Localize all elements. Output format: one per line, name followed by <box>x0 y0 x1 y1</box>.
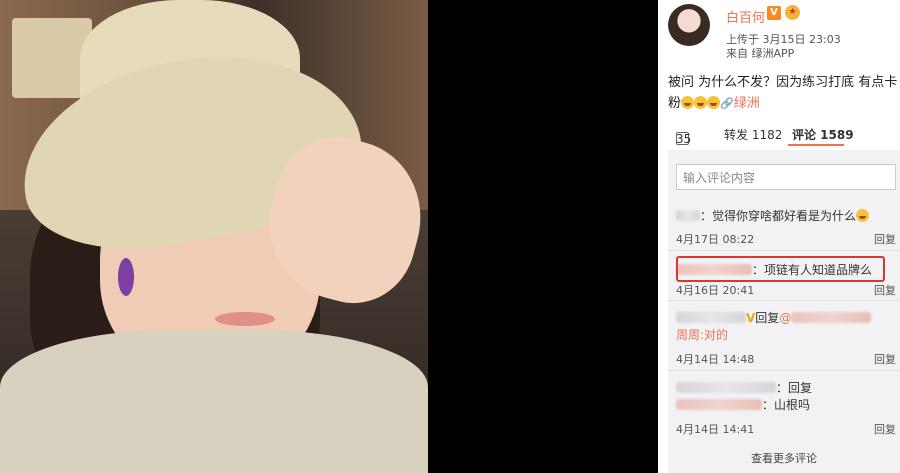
reply-button[interactable]: 回复 <box>874 231 896 247</box>
post-text-line1: 被问 为什么不发？因为练习打底 有点卡 <box>668 75 898 90</box>
vip-icon: ★ <box>785 5 800 20</box>
comment-time: 4月14日 14:41 <box>676 423 755 436</box>
post-header: 白百何 V ★ 上传于 3月15日 23:03 来自 绿洲APP <box>658 0 900 62</box>
divider <box>668 370 900 371</box>
post-text: 被问 为什么不发？因为练习打底 有点卡 粉 🔗绿洲 <box>668 72 900 114</box>
comment-item: ：回复 ：山根吗 4月14日 14:41 回复 <box>668 379 900 436</box>
comment-item: ：觉得你穿啥都好看是为什么 4月17日 08:22 回复 <box>668 207 900 246</box>
post-photo[interactable] <box>0 0 428 473</box>
avatar[interactable] <box>668 4 710 46</box>
post-panel: 白百何 V ★ 上传于 3月15日 23:03 来自 绿洲APP 被问 为什么不… <box>658 0 900 473</box>
oasis-link[interactable]: 绿洲 <box>734 96 760 111</box>
v-badge-icon: V <box>746 311 756 325</box>
comment-text: ：山根吗 <box>762 398 811 412</box>
comment-reply-label: ：回复 <box>776 381 813 395</box>
laugh-emoji-icon <box>681 96 695 109</box>
verified-badge: V <box>767 6 781 20</box>
laugh-emoji-icon <box>856 209 870 222</box>
action-bar: 35 转发 1182 评论 1589 <box>658 120 900 146</box>
redacted-username <box>676 382 776 393</box>
comment-time: 4月16日 20:41 <box>676 284 755 297</box>
redacted-mention <box>676 399 762 410</box>
username[interactable]: 白百何 <box>726 7 765 26</box>
redacted-username <box>676 312 746 323</box>
comment-tab-underline <box>788 144 844 146</box>
divider <box>668 300 900 301</box>
shirt <box>0 330 428 473</box>
post-text-line2: 粉 <box>668 96 682 111</box>
comment-input[interactable]: 输入评论内容 <box>676 164 896 190</box>
comment-text: 周周:对的 <box>676 328 729 342</box>
redacted-mention <box>791 312 872 323</box>
lips <box>215 312 275 326</box>
divider <box>668 250 900 251</box>
comment-time: 4月17日 08:22 <box>676 233 755 246</box>
redacted-username <box>676 210 700 221</box>
reply-button[interactable]: 回复 <box>874 421 896 437</box>
repost-tab[interactable]: 转发 1182 <box>724 126 782 143</box>
comment-tab[interactable]: 评论 1589 <box>792 126 854 143</box>
comment-reply-label: 回复 <box>755 311 780 325</box>
post-source: 来自 绿洲APP <box>726 47 795 60</box>
earring <box>118 258 134 296</box>
link-icon: 🔗 <box>720 97 734 110</box>
reply-button[interactable]: 回复 <box>874 351 896 367</box>
comments-section: 输入评论内容 ：觉得你穿啥都好看是为什么 4月17日 08:22 回复 ：项链有… <box>668 150 900 473</box>
laugh-emoji-icon <box>694 96 708 109</box>
comment-text: ：觉得你穿啥都好看是为什么 <box>700 209 857 223</box>
laugh-emoji-icon <box>707 96 721 109</box>
mention-link[interactable]: @ <box>779 311 791 325</box>
more-comments-link[interactable]: 查看更多评论 <box>668 450 900 466</box>
comment-item: V回复@ 周周:对的 4月14日 14:48 回复 <box>668 309 900 366</box>
highlight-box <box>676 256 885 282</box>
reply-button[interactable]: 回复 <box>874 282 896 298</box>
like-count: 35 <box>676 132 692 146</box>
comment-time: 4月14日 14:48 <box>676 353 755 366</box>
